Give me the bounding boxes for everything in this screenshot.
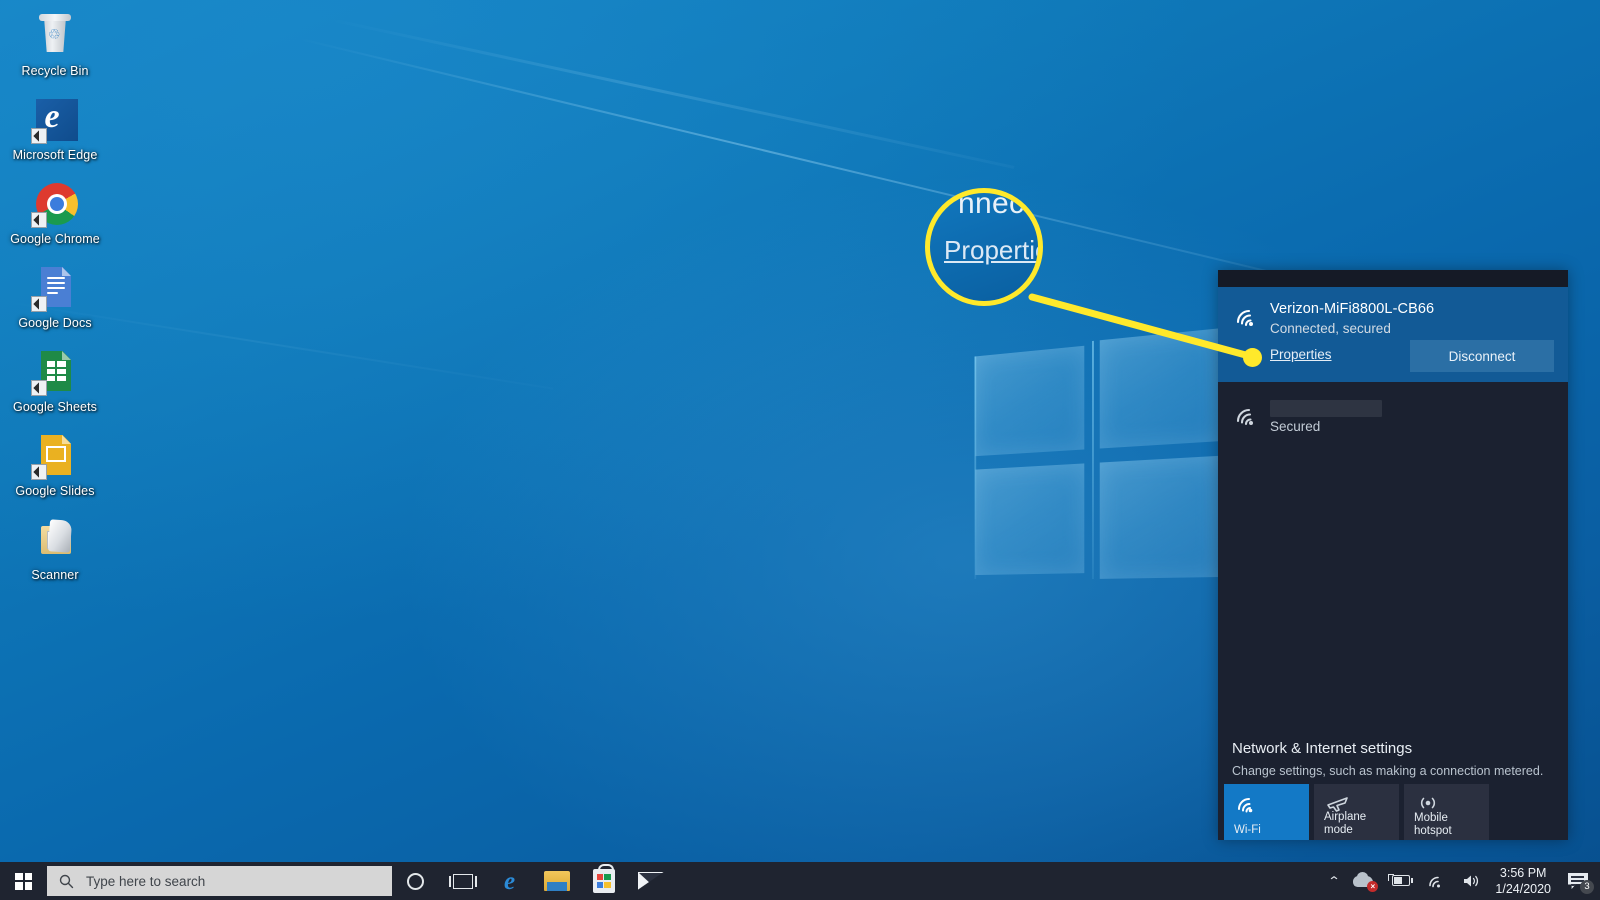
windows-logo-wallpaper <box>974 328 1220 579</box>
search-input[interactable]: Type here to search <box>47 866 392 896</box>
desktop-icon-google-chrome[interactable]: Google Chrome <box>0 174 110 250</box>
system-tray: ⌃ × 3:56 PM 1/24/2020 3 <box>1322 862 1600 900</box>
quick-action-tiles: Wi-Fi Airplane mode Mobile hotspot <box>1224 784 1489 840</box>
flyout-top-strip <box>1218 270 1568 287</box>
clock-date: 1/24/2020 <box>1495 882 1551 896</box>
desktop-icon-label: Google Slides <box>15 484 95 498</box>
desktop-screen: ♲ Recycle Bin e Microsoft Edge Google Ch… <box>0 0 1600 900</box>
shortcut-arrow-icon <box>31 380 47 396</box>
wallpaper-light-ray <box>329 18 1015 169</box>
desktop-icon-google-sheets[interactable]: Google Sheets <box>0 342 110 418</box>
taskbar-button-edge[interactable]: e <box>486 862 533 900</box>
logo-pane <box>975 345 1085 457</box>
onedrive-error-icon: × <box>1353 872 1379 892</box>
notification-count-badge: 3 <box>1580 880 1594 894</box>
error-badge: × <box>1367 881 1379 892</box>
desktop-icon-label: Google Chrome <box>10 232 100 246</box>
logo-edge <box>1092 340 1094 579</box>
taskbar-clock[interactable]: 3:56 PM 1/24/2020 <box>1488 865 1560 897</box>
scanner-icon <box>31 516 79 564</box>
desktop-icon-label: Google Sheets <box>13 400 97 414</box>
tray-battery[interactable] <box>1382 862 1420 900</box>
taskbar-button-microsoft-store[interactable] <box>580 862 627 900</box>
windows-logo-icon <box>15 872 32 890</box>
network-settings-section[interactable]: Network & Internet settings Change setti… <box>1218 738 1568 780</box>
microsoft-edge-icon: e <box>31 96 79 144</box>
desktop-icon-scanner[interactable]: Scanner <box>0 510 110 586</box>
taskbar-button-task-view[interactable] <box>439 862 486 900</box>
desktop-icon-label: Recycle Bin <box>21 64 89 78</box>
clock-time: 3:56 PM <box>1499 866 1547 880</box>
cortana-icon <box>407 872 424 890</box>
start-button[interactable] <box>0 862 47 900</box>
network-item-other[interactable]: Secured <box>1218 386 1568 446</box>
network-item-connected[interactable]: Verizon-MiFi8800L-CB66 Connected, secure… <box>1218 287 1568 382</box>
network-status: Secured <box>1270 419 1321 434</box>
desktop-icon-list: ♲ Recycle Bin e Microsoft Edge Google Ch… <box>0 6 110 594</box>
search-placeholder-text: Type here to search <box>86 873 206 889</box>
taskbar: Type here to search e ⌃ × 3:56 PM 1/24/2… <box>0 862 1600 900</box>
quick-tile-label: Airplane mode <box>1324 811 1367 836</box>
network-properties-link[interactable]: Properties <box>1270 347 1332 362</box>
google-sheets-icon <box>31 348 79 396</box>
tray-expand-button[interactable]: ⌃ <box>1322 862 1346 900</box>
microsoft-store-icon <box>592 864 615 893</box>
wallpaper-light-ray <box>299 38 1293 279</box>
network-status: Connected, secured <box>1270 321 1391 336</box>
tray-onedrive[interactable]: × <box>1346 862 1382 900</box>
quick-tile-label: Wi-Fi <box>1234 824 1261 836</box>
search-icon <box>59 874 74 888</box>
tray-network[interactable] <box>1420 862 1454 900</box>
desktop-icon-label: Microsoft Edge <box>12 148 98 162</box>
wifi-icon <box>1232 302 1262 328</box>
desktop-icon-recycle-bin[interactable]: ♲ Recycle Bin <box>0 6 110 82</box>
shortcut-arrow-icon <box>31 128 47 144</box>
recycle-bin-icon: ♲ <box>31 12 79 60</box>
google-chrome-icon <box>31 180 79 228</box>
logo-pane <box>975 463 1085 576</box>
wifi-icon <box>1232 401 1262 427</box>
logo-pane <box>1099 328 1220 449</box>
network-settings-subtitle: Change settings, such as making a connec… <box>1232 764 1544 778</box>
shortcut-arrow-icon <box>31 296 47 312</box>
network-ssid: Verizon-MiFi8800L-CB66 <box>1270 301 1435 317</box>
taskbar-button-mail[interactable] <box>627 862 674 900</box>
taskbar-button-file-explorer[interactable] <box>533 862 580 900</box>
tray-volume[interactable] <box>1454 862 1488 900</box>
quick-tile-airplane-mode[interactable]: Airplane mode <box>1314 784 1399 840</box>
mail-icon <box>637 872 664 890</box>
file-explorer-icon <box>543 871 570 891</box>
network-ssid-redacted <box>1270 400 1382 417</box>
hotspot-icon <box>1415 792 1441 814</box>
task-view-icon <box>448 873 477 889</box>
google-slides-icon <box>31 432 79 480</box>
chevron-up-icon: ⌃ <box>1327 874 1341 888</box>
quick-tile-wifi[interactable]: Wi-Fi <box>1224 784 1309 840</box>
quick-tile-label: Mobile hotspot <box>1414 812 1452 837</box>
desktop-icon-google-slides[interactable]: Google Slides <box>0 426 110 502</box>
taskbar-button-cortana[interactable] <box>392 862 439 900</box>
logo-edge <box>974 356 977 579</box>
wifi-icon <box>1427 873 1447 889</box>
desktop-icon-microsoft-edge[interactable]: e Microsoft Edge <box>0 90 110 166</box>
volume-icon <box>1461 873 1481 889</box>
desktop-icon-google-docs[interactable]: Google Docs <box>0 258 110 334</box>
shortcut-arrow-icon <box>31 212 47 228</box>
desktop-icon-label: Scanner <box>31 568 79 582</box>
shortcut-arrow-icon <box>31 464 47 480</box>
google-docs-icon <box>31 264 79 312</box>
desktop-icon-label: Google Docs <box>18 316 92 330</box>
network-flyout-panel: Verizon-MiFi8800L-CB66 Connected, secure… <box>1218 270 1568 840</box>
quick-tile-mobile-hotspot[interactable]: Mobile hotspot <box>1404 784 1489 840</box>
logo-pane <box>1099 455 1220 579</box>
action-center-button[interactable]: 3 <box>1560 862 1596 900</box>
microsoft-edge-icon: e <box>503 867 516 895</box>
disconnect-button[interactable]: Disconnect <box>1410 340 1554 372</box>
battery-charging-icon <box>1388 874 1414 888</box>
wifi-icon <box>1235 792 1261 814</box>
network-settings-title: Network & Internet settings <box>1232 740 1413 757</box>
